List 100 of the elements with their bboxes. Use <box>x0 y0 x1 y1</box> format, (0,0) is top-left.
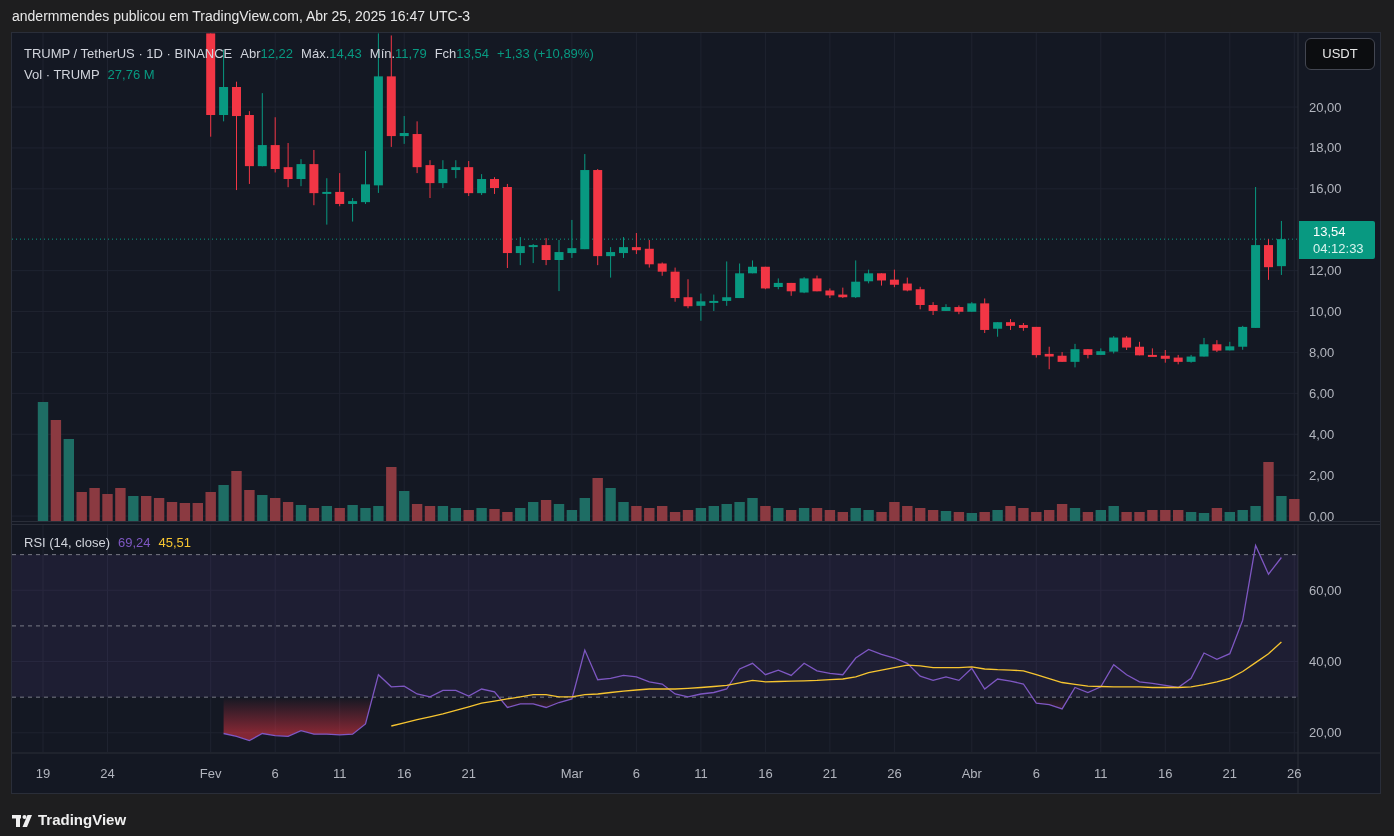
axis-label: 16 <box>758 766 773 781</box>
volume-bar <box>708 506 719 522</box>
candlestick <box>296 158 306 187</box>
candlestick <box>825 287 835 299</box>
volume-bar <box>334 508 345 522</box>
axis-label: 0,00 <box>1309 508 1335 522</box>
volume-bar <box>231 471 242 522</box>
axis-label: 16 <box>396 766 412 781</box>
axis-label: 60,00 <box>1309 582 1342 598</box>
volume-bar <box>902 506 913 522</box>
volume-bar <box>1095 510 1106 522</box>
volume-bar <box>940 511 952 522</box>
ohlc-value: 11,79 <box>395 46 427 62</box>
candlestick <box>515 236 525 266</box>
rsi-value: 69,24 <box>118 535 151 551</box>
candlestick <box>361 150 370 205</box>
candlestick <box>812 275 822 292</box>
axis-label: Abr <box>961 766 982 781</box>
axis-label: 20,00 <box>1309 725 1342 741</box>
candlestick <box>1199 337 1209 358</box>
volume-bar <box>179 503 191 522</box>
candlestick <box>851 259 861 299</box>
candlestick <box>1006 318 1015 331</box>
candlestick <box>1018 322 1028 332</box>
volume-bar <box>489 509 500 522</box>
currency-button[interactable]: USDT <box>1305 38 1375 70</box>
last-price: 13,54 <box>1313 223 1347 241</box>
axis-label: 6 <box>1032 766 1040 781</box>
volume-bar <box>734 502 745 522</box>
volume-bar <box>1276 496 1287 522</box>
candlestick <box>464 160 474 197</box>
volume-bar <box>966 513 977 522</box>
volume-bar <box>502 512 513 522</box>
axis-label: 16 <box>1158 766 1173 781</box>
volume-bar <box>244 490 255 522</box>
candlestick <box>425 159 435 199</box>
volume-bar <box>644 508 655 522</box>
candlestick <box>786 282 796 297</box>
candlestick <box>631 232 641 255</box>
volume-bar <box>811 508 823 522</box>
ohlc-label: Abr <box>240 46 261 62</box>
candlestick <box>773 277 783 290</box>
axis-label: 8,00 <box>1309 344 1335 360</box>
candlestick <box>1083 348 1093 359</box>
volume-label: Vol · TRUMP <box>24 67 100 83</box>
volume-bar <box>360 508 371 522</box>
volume-bar <box>863 510 874 522</box>
volume-value: 27,76 M <box>107 67 155 83</box>
volume-bar <box>270 498 281 522</box>
volume-bar <box>1134 512 1145 522</box>
candlestick <box>967 301 977 313</box>
candlestick <box>348 197 358 223</box>
ohlc-label: Máx. <box>301 46 330 62</box>
candlestick <box>438 159 448 189</box>
axis-label: 40,00 <box>1309 654 1342 670</box>
candlestick <box>1173 354 1183 365</box>
volume-bar <box>760 506 771 522</box>
candlestick <box>1264 238 1273 281</box>
candlestick <box>528 243 538 264</box>
candlestick <box>954 304 964 315</box>
candlestick <box>554 239 564 292</box>
volume-bar <box>682 510 694 522</box>
volume-bar <box>1005 506 1016 522</box>
attribution-text: andermmendes publicou em TradingView.com, Abr 25, 2025 16:47 UTC-3 <box>11 7 472 26</box>
volume-bar <box>463 510 474 522</box>
axis-label: 19 <box>35 766 51 781</box>
volume-bar <box>205 492 216 522</box>
axis-label: 21 <box>461 766 476 781</box>
candlestick <box>1096 347 1106 356</box>
axis-label: 26 <box>1287 766 1302 781</box>
axis-label: 11 <box>694 766 708 781</box>
volume-bar <box>1224 512 1235 522</box>
volume-bar <box>76 492 87 522</box>
candlestick <box>1238 325 1248 351</box>
volume-bar <box>528 502 539 522</box>
candlestick <box>490 176 499 195</box>
candlestick <box>451 159 461 179</box>
axis-label: 11 <box>332 766 347 781</box>
candlestick <box>838 287 848 299</box>
candlestick <box>928 301 938 316</box>
candlestick <box>993 321 1003 338</box>
candlestick <box>980 297 990 334</box>
axis-label: 6 <box>271 766 279 781</box>
candlestick <box>1135 341 1144 356</box>
volume-bar <box>786 510 797 522</box>
axis-label: 11 <box>1094 766 1108 781</box>
candlestick <box>748 259 757 274</box>
volume-bar <box>1160 510 1171 522</box>
volume-bar <box>1185 512 1197 522</box>
axis-label: 12,00 <box>1309 263 1342 279</box>
volume-bar <box>953 512 965 522</box>
axis-label: 24 <box>100 766 115 781</box>
volume-bar <box>257 495 268 522</box>
change-value: +1,33 (+10,89%) <box>496 46 594 62</box>
volume-bar <box>1250 506 1261 522</box>
volume-bar <box>1237 510 1248 522</box>
volume-bar <box>424 506 436 522</box>
candlestick <box>1186 354 1196 364</box>
axis-label: 20,00 <box>1309 99 1342 115</box>
ohlc-value: 14,43 <box>329 46 362 62</box>
